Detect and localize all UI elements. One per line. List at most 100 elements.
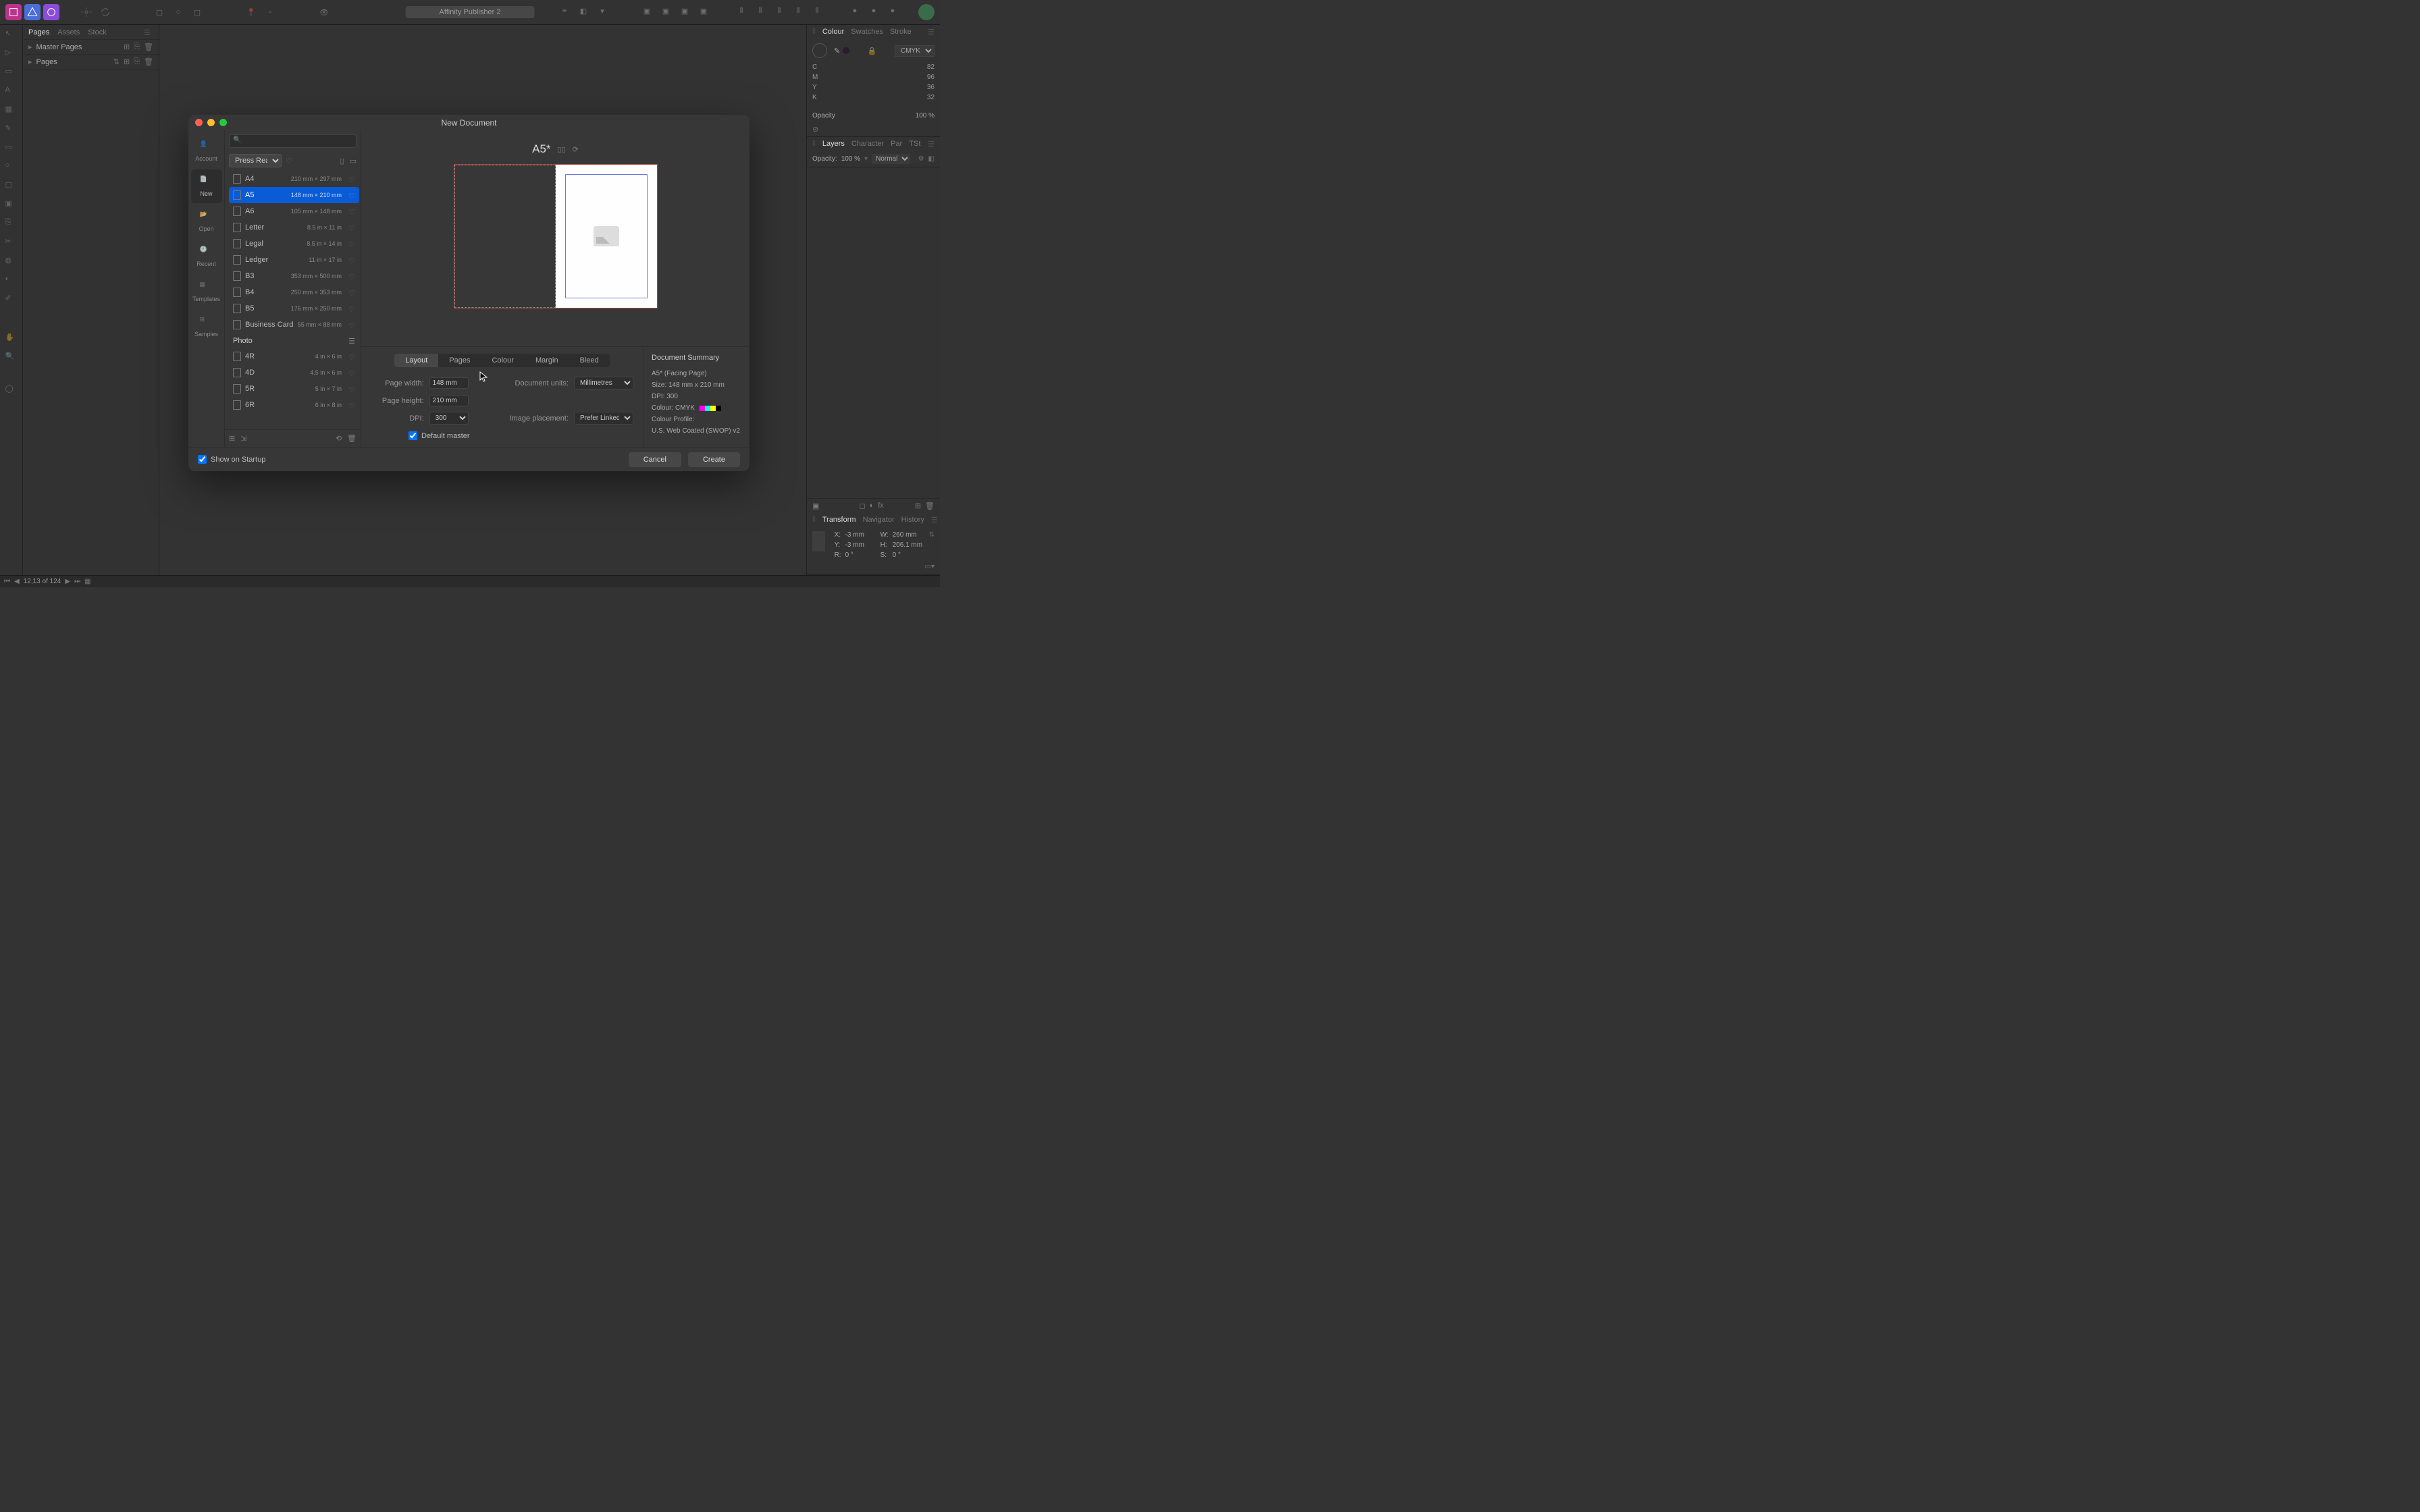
ellipse-tool-icon[interactable]: ○ [5,161,18,173]
account-avatar-icon[interactable] [918,4,935,20]
k-value[interactable]: 32 [927,94,935,101]
tab-swatches[interactable]: Swatches [851,28,883,36]
panel-drag-handle-icon[interactable]: ⦀ [812,140,816,148]
pin-icon[interactable]: 📍 [244,5,258,19]
page-counter[interactable]: 12,13 of 124 [24,578,61,585]
w-value[interactable]: 260 mm [893,531,924,539]
preset-b4[interactable]: B4250 mm × 353 mm♡ [229,284,359,300]
toolbar-btn-2[interactable]: ○ [172,5,185,19]
nav-open[interactable]: 📂Open [191,205,222,238]
tab-paragraph[interactable]: Par [891,140,902,148]
landscape-orientation-icon[interactable]: ▭ [350,157,357,165]
zoom-window-icon[interactable] [219,119,227,126]
photo-persona-icon[interactable] [43,4,59,20]
pen-tool-icon[interactable]: ✎ [5,124,18,136]
spread-view-icon[interactable]: ▦ [84,578,90,585]
config-tab-bleed[interactable]: Bleed [569,354,610,367]
preset-6r[interactable]: 6R6 in × 8 in♡ [229,397,359,413]
add-preset-icon[interactable]: ⊞ [229,434,235,443]
rectangle-tool-icon[interactable]: ▭ [5,142,18,155]
distribute-3-icon[interactable]: ⫴ [772,4,786,18]
panel-menu-icon[interactable]: ☰ [928,140,935,148]
link-dims-icon[interactable]: ⇅ [929,531,935,539]
heart-icon[interactable]: ♡ [348,321,355,328]
heart-icon[interactable]: ♡ [348,256,355,263]
snap-icon[interactable]: ▫ [263,5,277,19]
refresh-preview-icon[interactable]: ⟳ [573,145,579,154]
tab-textstyles[interactable]: TSt [909,140,920,148]
delete-preset-icon[interactable]: 🗑 [347,434,357,443]
delete-layer-icon[interactable]: 🗑 [925,502,935,510]
tab-pages[interactable]: Pages [28,28,49,37]
preset-menu-icon[interactable]: ⇲ [240,434,246,443]
layer-op-4-icon[interactable]: ▣ [697,4,710,18]
s-value[interactable]: 0 ° [893,551,924,559]
prev-page-icon[interactable]: ◀ [14,578,20,585]
preset-category-select[interactable]: Press Ready [229,154,282,167]
preset-5r[interactable]: 5R5 in × 7 in♡ [229,381,359,397]
heart-icon[interactable]: ♡ [348,369,355,376]
anchor-selector[interactable] [812,531,825,551]
preset-4r[interactable]: 4R4 in × 6 in♡ [229,348,359,364]
preset-search-input[interactable] [229,134,357,148]
nav-account[interactable]: 👤Account [191,134,222,168]
panel-menu-icon[interactable]: ☰ [931,516,938,524]
align-icon[interactable]: ≡ [558,4,571,18]
nav-new[interactable]: 📄New [191,169,222,203]
next-page-icon[interactable]: ▶ [65,578,70,585]
distribute-2-icon[interactable]: ⫴ [754,4,767,18]
config-tab-margin[interactable]: Margin [525,354,569,367]
page-height-input[interactable] [429,395,469,406]
preset-b3[interactable]: B3353 mm × 500 mm♡ [229,268,359,284]
place-image-tool-icon[interactable]: ⎘ [5,218,18,230]
heart-icon[interactable]: ♡ [348,192,355,198]
publisher-persona-icon[interactable] [5,4,22,20]
heart-icon[interactable]: ♡ [348,176,355,182]
colour-picker-tool-icon[interactable]: ✐ [5,294,18,306]
table-tool-icon[interactable]: ▦ [5,105,18,117]
y-value[interactable]: 36 [927,84,935,91]
panel-drag-handle-icon[interactable]: ⦀ [812,28,816,36]
tab-character[interactable]: Character [851,140,884,148]
zoom-tool-icon[interactable]: 🔍 [5,352,18,364]
preview-icon[interactable]: 👁 [317,5,331,19]
doc-units-select[interactable]: Millimetres [574,377,633,389]
frame-text-tool-icon[interactable]: ▭ [5,67,18,79]
last-page-icon[interactable]: ⏭ [74,578,80,585]
noise-icon[interactable]: ⊘ [812,126,818,134]
r-value[interactable]: 0 ° [845,551,876,559]
fill-tool-icon[interactable]: ◍ [5,256,18,268]
picture-frame-tool-icon[interactable]: ▣ [5,199,18,211]
tab-stroke[interactable]: Stroke [890,28,912,36]
fill-colour-well[interactable] [812,43,827,58]
distribute-4-icon[interactable]: ⫴ [791,4,805,18]
layer-op-3-icon[interactable]: ▣ [678,4,691,18]
panel-menu-icon[interactable]: ☰ [144,28,153,37]
fx-icon[interactable]: fx [878,502,884,510]
layers-opacity-value[interactable]: 100 % [841,155,860,163]
edit-all-icon[interactable]: ▣ [812,502,819,510]
h-value[interactable]: 206.1 mm [893,541,924,549]
layer-op-2-icon[interactable]: ▣ [659,4,673,18]
nav-samples[interactable]: ⊞Samples [191,310,222,344]
tab-colour[interactable]: Colour [822,28,844,36]
nav-recent[interactable]: 🕘Recent [191,240,222,273]
align-to-icon[interactable]: ▭▾ [925,563,935,570]
preset-list[interactable]: A4210 mm × 297 mm♡A5148 mm × 210 mm♡A610… [225,171,361,429]
heart-icon[interactable]: ♡ [348,289,355,296]
toolbar-btn-3[interactable]: ▢ [190,5,204,19]
show-startup-checkbox[interactable] [198,455,207,464]
rounded-rect-tool-icon[interactable]: ▢ [5,180,18,192]
lock-icon[interactable]: 🔒 [868,47,877,55]
facing-pages-icon[interactable]: ▯▯ [558,145,566,154]
portrait-orientation-icon[interactable]: ▯ [340,157,344,165]
preset-a4[interactable]: A4210 mm × 297 mm♡ [229,171,359,187]
delete-master-icon[interactable]: 🗑 [144,43,153,51]
m-value[interactable]: 96 [927,74,935,81]
tab-stock[interactable]: Stock [88,28,107,37]
gear-icon[interactable]: ⚙ [918,155,924,163]
heart-icon[interactable]: ♡ [348,273,355,279]
layers-list-area[interactable] [807,167,940,498]
tab-assets[interactable]: Assets [57,28,80,37]
distribute-1-icon[interactable]: ⫴ [735,4,748,18]
